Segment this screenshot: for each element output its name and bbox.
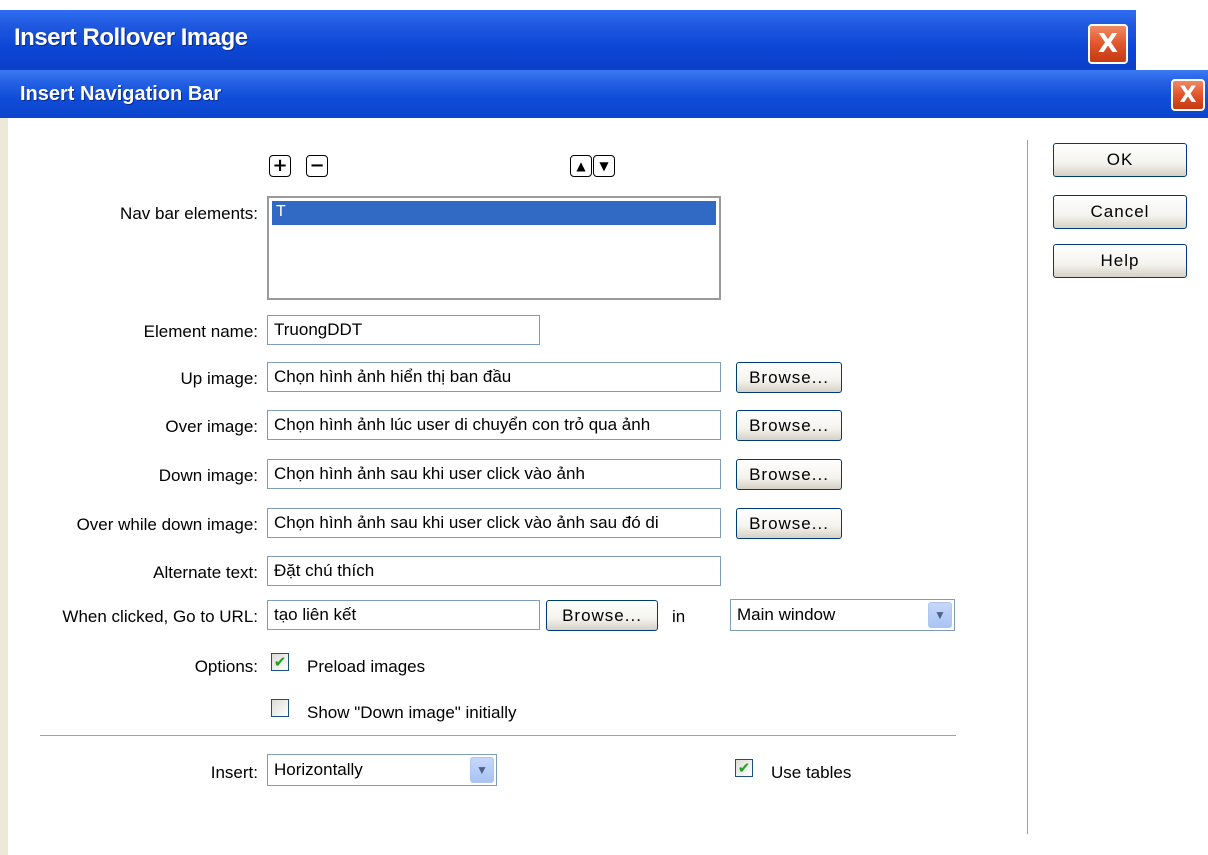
arrow-up-icon: ▲ bbox=[576, 159, 586, 173]
url-browse-button[interactable]: Browse... bbox=[546, 600, 658, 631]
over-image-label: Over image: bbox=[165, 417, 258, 436]
insert-direction-select[interactable]: Horizontally ▼ bbox=[267, 754, 497, 786]
element-name-input[interactable]: TruongDDT bbox=[267, 315, 540, 345]
over-image-browse-button[interactable]: Browse... bbox=[736, 410, 842, 441]
up-image-label: Up image: bbox=[180, 369, 258, 388]
preload-images-checkbox[interactable]: ✔ bbox=[271, 653, 289, 671]
over-while-down-image-browse-button[interactable]: Browse... bbox=[736, 508, 842, 539]
chevron-down-icon[interactable]: ▼ bbox=[928, 602, 952, 628]
down-image-input[interactable]: Chọn hình ảnh sau khi user click vào ảnh bbox=[267, 459, 721, 489]
section-divider bbox=[40, 735, 956, 737]
insert-direction-value: Horizontally bbox=[274, 760, 363, 779]
ok-button[interactable]: OK bbox=[1053, 143, 1187, 177]
move-up-button[interactable]: ▲ bbox=[570, 155, 592, 177]
target-window-select[interactable]: Main window ▼ bbox=[730, 599, 955, 631]
preload-images-label: Preload images bbox=[307, 657, 426, 676]
add-element-button[interactable]: + bbox=[269, 155, 291, 177]
minus-icon: − bbox=[309, 155, 325, 176]
remove-element-button[interactable]: − bbox=[306, 155, 328, 177]
up-image-browse-button[interactable]: Browse... bbox=[736, 362, 842, 393]
up-image-input[interactable]: Chọn hình ảnh hiển thị ban đầu bbox=[267, 362, 721, 392]
help-button[interactable]: Help bbox=[1053, 244, 1187, 278]
cancel-button[interactable]: Cancel bbox=[1053, 195, 1187, 229]
insert-label: Insert: bbox=[210, 763, 258, 782]
use-tables-label: Use tables bbox=[771, 763, 852, 782]
arrow-down-icon: ▼ bbox=[599, 159, 609, 173]
button-panel-divider bbox=[1027, 140, 1029, 834]
move-down-button[interactable]: ▼ bbox=[593, 155, 615, 177]
checkmark-icon: ✔ bbox=[737, 758, 751, 777]
target-window-value: Main window bbox=[737, 605, 836, 624]
chevron-down-icon[interactable]: ▼ bbox=[470, 757, 494, 783]
nav-bar-elements-label: Nav bar elements: bbox=[120, 204, 258, 223]
over-image-input[interactable]: Chọn hình ảnh lúc user di chuyển con trỏ… bbox=[267, 410, 721, 440]
go-to-url-input[interactable]: tạo liên kết bbox=[267, 600, 540, 630]
list-item[interactable]: T bbox=[272, 201, 716, 225]
use-tables-checkbox[interactable]: ✔ bbox=[735, 759, 753, 777]
alternate-text-label: Alternate text: bbox=[153, 563, 258, 582]
down-image-label: Down image: bbox=[158, 466, 258, 485]
go-to-url-label: When clicked, Go to URL: bbox=[62, 607, 258, 626]
show-down-image-label: Show "Down image" initially bbox=[307, 703, 517, 722]
options-label: Options: bbox=[194, 657, 258, 676]
element-name-label: Element name: bbox=[143, 322, 258, 341]
nav-bar-elements-list[interactable]: T bbox=[267, 196, 721, 300]
down-image-browse-button[interactable]: Browse... bbox=[736, 459, 842, 490]
over-while-down-image-input[interactable]: Chọn hình ảnh sau khi user click vào ảnh… bbox=[267, 508, 721, 538]
over-while-down-image-label: Over while down image: bbox=[76, 515, 258, 534]
show-down-image-checkbox[interactable] bbox=[271, 699, 289, 717]
in-label: in bbox=[672, 607, 686, 626]
plus-icon: + bbox=[272, 155, 288, 176]
checkmark-icon: ✔ bbox=[273, 652, 287, 671]
alternate-text-input[interactable]: Đặt chú thích bbox=[267, 556, 721, 586]
